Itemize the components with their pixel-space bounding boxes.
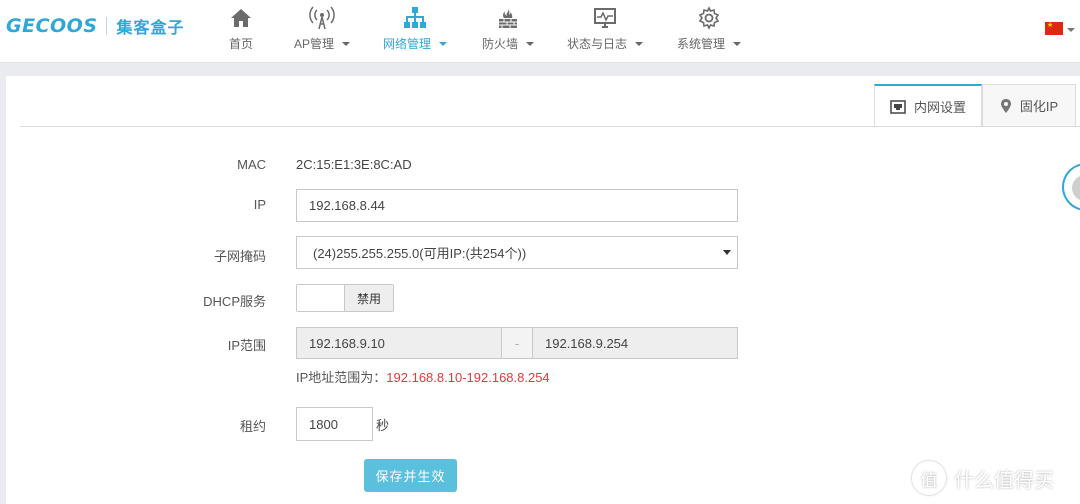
gear-icon — [698, 6, 720, 30]
tab-lan-settings[interactable]: 内网设置 — [874, 84, 982, 127]
save-apply-button[interactable]: 保存并生效 — [364, 459, 457, 492]
home-icon — [231, 9, 251, 27]
mac-label: MAC — [237, 157, 266, 172]
nav-label: 系统管理 — [676, 37, 725, 51]
dhcp-toggle[interactable]: 禁用 — [296, 284, 394, 312]
top-navigation-bar: GECOOS 集客盒子 首页 AP管理 网络管理 防火墙 状态与日志 系统管理 — [0, 0, 1080, 63]
chevron-down-icon — [635, 42, 643, 46]
watermark-text: 什么值得买 — [954, 469, 1054, 492]
nav-item-home[interactable]: 首页 — [222, 6, 260, 56]
ip-range-end-input[interactable]: 192.168.9.254 — [532, 327, 738, 359]
tabs-divider — [20, 126, 1080, 127]
nav-item-status-logs[interactable]: 状态与日志 — [566, 6, 644, 56]
nav-label: 状态与日志 — [566, 37, 627, 51]
logo-divider — [105, 17, 107, 35]
tab-label: 内网设置 — [913, 100, 966, 115]
nav-item-system-management[interactable]: 系统管理 — [676, 6, 742, 56]
tab-static-ip[interactable]: 固化IP — [982, 84, 1076, 126]
ip-range-start-input[interactable]: 192.168.9.10 — [296, 327, 502, 359]
map-pin-icon — [1000, 98, 1012, 114]
tab-label: 固化IP — [1019, 99, 1059, 114]
ip-input[interactable]: 192.168.8.44 — [296, 189, 738, 222]
chevron-down-icon — [526, 42, 534, 46]
nav-item-network-management[interactable]: 网络管理 — [380, 6, 450, 56]
nav-label: 首页 — [228, 37, 253, 51]
nav-item-firewall[interactable]: 防火墙 — [478, 6, 538, 56]
lease-unit: 秒 — [376, 418, 390, 433]
ip-range-label: IP范围 — [227, 338, 266, 353]
netmask-select[interactable]: (24)255.255.255.0(可用IP:(共254个)) — [296, 236, 738, 269]
ip-range-end-value: 192.168.9.254 — [545, 335, 629, 351]
settings-panel: 内网设置 固化IP MAC 2C:15:E1:3E:8C:AD IP 192.1… — [6, 76, 1080, 504]
lease-input[interactable]: 1800 — [296, 407, 373, 441]
network-topology-icon — [404, 7, 426, 28]
mac-value: 2C:15:E1:3E:8C:AD — [296, 157, 412, 172]
ip-label: IP — [253, 197, 266, 212]
monitor-chart-icon — [594, 8, 616, 28]
brand-logo[interactable]: GECOOS 集客盒子 — [6, 14, 185, 38]
nav-label: 网络管理 — [382, 37, 431, 51]
ip-input-value: 192.168.8.44 — [309, 198, 385, 213]
china-flag-icon[interactable]: ★ — [1045, 22, 1063, 35]
watermark-logo: 值 — [912, 461, 946, 495]
dhcp-toggle-state: 禁用 — [344, 285, 393, 311]
netmask-label: 子网掩码 — [213, 249, 266, 264]
watermark: 值 什么值得买 — [912, 461, 1054, 495]
ip-range-hint-value: 192.168.8.10-192.168.8.254 — [386, 370, 550, 385]
star-icon: ★ — [1047, 22, 1054, 29]
logo-text-cn: 集客盒子 — [116, 20, 185, 37]
ip-range-hint-prefix: IP地址范围为： — [296, 370, 387, 385]
ip-range-start-value: 192.168.9.10 — [309, 335, 385, 351]
chevron-down-icon[interactable] — [1067, 28, 1075, 32]
firewall-icon — [499, 8, 517, 28]
wireless-antenna-icon — [309, 6, 335, 30]
dhcp-label: DHCP服务 — [203, 294, 266, 309]
avatar — [1072, 175, 1080, 201]
lease-input-value: 1800 — [309, 416, 338, 432]
chevron-down-icon — [439, 42, 447, 46]
ip-range-hint: IP地址范围为：192.168.8.10-192.168.8.254 — [296, 367, 550, 386]
logo-text-en: GECOOS — [6, 15, 98, 37]
netmask-selected-value: (24)255.255.255.0(可用IP:(共254个)) — [313, 246, 527, 261]
nav-label: 防火墙 — [481, 37, 518, 51]
chevron-down-icon — [733, 42, 741, 46]
ethernet-port-icon — [890, 99, 906, 114]
nav-label: AP管理 — [293, 37, 334, 51]
chevron-down-icon — [342, 42, 350, 46]
chevron-down-icon — [723, 250, 731, 255]
lease-label: 租约 — [239, 419, 266, 434]
nav-item-ap-management[interactable]: AP管理 — [290, 6, 354, 56]
ip-range-separator: - — [502, 327, 532, 359]
